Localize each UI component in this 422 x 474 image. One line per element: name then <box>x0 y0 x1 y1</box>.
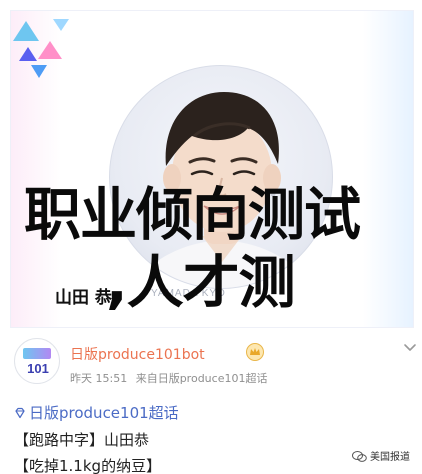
decor-triangle <box>53 19 69 31</box>
watermark-text: 美国报道 <box>370 452 410 463</box>
overlay-title: 职业倾向测试 <box>24 182 361 248</box>
author-name[interactable]: 日版produce101bot <box>70 344 205 364</box>
chevron-down-icon[interactable] <box>403 343 417 353</box>
background-glow <box>363 11 413 327</box>
avatar[interactable]: 101 <box>14 338 60 384</box>
overlay-subtitle: ,人才测 <box>106 250 296 316</box>
diamond-icon <box>15 407 25 419</box>
post-timestamp: 昨天 15:51 <box>70 372 128 385</box>
decor-triangle <box>31 65 47 78</box>
post-text-line: 【吃掉1.1kg的纳豆】 <box>14 457 162 474</box>
decor-triangle <box>19 47 37 61</box>
supertopic-label: 日版produce101超话 <box>29 404 179 422</box>
decor-triangle <box>13 21 39 41</box>
decor-triangle <box>38 41 62 59</box>
poster-image: 山田 恭 YAMADA KYO 职业倾向测试 ,人才测 <box>10 10 414 328</box>
post-meta: 昨天 15:51 来自日版produce101超话 <box>70 370 272 386</box>
post-text-line: 【跑路中字】山田恭 <box>14 431 150 449</box>
avatar-logo-text: 101 <box>27 361 49 376</box>
watermark: 美国报道 <box>350 447 412 464</box>
supertopic-link[interactable]: 日版produce101超话 <box>14 402 179 423</box>
name-tag: 山田 恭 <box>55 288 112 308</box>
weibo-post: 101 日版produce101bot 昨天 15:51 来自日版produce… <box>0 334 422 474</box>
post-source[interactable]: 来自日版produce101超话 <box>136 372 268 385</box>
produce101-logo-bar <box>23 348 51 359</box>
crown-icon <box>246 343 264 361</box>
wechat-icon <box>352 451 367 462</box>
